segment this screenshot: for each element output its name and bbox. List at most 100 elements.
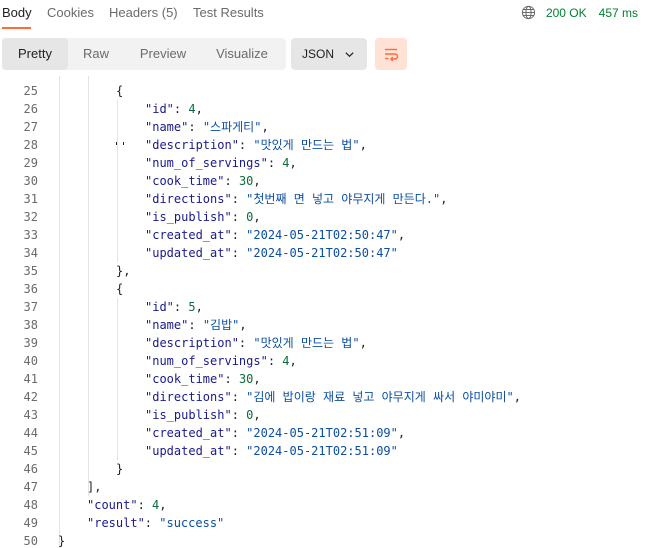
format-dropdown[interactable]: JSON [291,38,367,70]
json-string: "2024-05-21T02:50:47" [246,246,398,260]
code-text: }, [116,262,130,280]
response-time[interactable]: 457 ms [599,6,638,20]
json-key: "is_publish" [145,210,232,224]
json-key: "name" [145,120,189,134]
response-body-code[interactable]: 25 {26 "id": 4, 27 "name": "스파게티", 28 "descrip… [0,76,646,548]
json-punctuation: : [238,138,254,152]
line-number: 28 [23,138,38,152]
json-key: "is_publish" [145,408,232,422]
code-line: 25 { [0,82,646,100]
json-key: "count" [87,498,138,512]
json-string: "스파게티" [202,120,262,134]
json-punctuation: : [231,426,247,440]
json-key: "directions" [145,192,232,206]
tab-test-results[interactable]: Test Results [193,5,264,20]
line-number: 34 [23,246,38,260]
json-punctuation: : [231,444,247,458]
json-string: "success" [159,516,225,530]
code-line: 26 "id": 4, [0,100,646,118]
code-line: 36 { [0,280,646,298]
tab-body[interactable]: Body [2,5,32,20]
json-punctuation: : [231,390,247,404]
json-punctuation: : [144,516,160,530]
code-line: 47], [0,478,646,496]
json-key: "directions" [145,390,232,404]
json-punctuation: , [195,102,203,116]
json-punctuation: , [253,174,261,188]
code-text: "updated_at": "2024-05-21T02:50:47" [145,244,398,262]
line-number: 25 [23,84,38,98]
code-text: "is_publish": 0, [145,406,261,424]
status-code[interactable]: 200 OK [546,6,587,20]
view-raw-button[interactable]: Raw [68,38,124,70]
json-punctuation: : [231,246,247,260]
code-text: } [58,532,65,548]
json-key: "id" [145,300,174,314]
json-string: "맛있게 만드는 법" [253,336,360,350]
line-number: 47 [23,480,38,494]
json-punctuation: , [397,426,406,440]
code-text: { [116,280,123,298]
json-string: "김에 밥이랑 재료 넣고 야무지게 싸서 야미야미" [246,390,514,404]
json-key: "id" [145,102,174,116]
tab-headers[interactable]: Headers (5) [109,5,178,20]
line-number: 42 [23,390,38,404]
json-punctuation: , [261,120,269,134]
json-punctuation: , [239,318,247,332]
json-string: "첫번째 면 넣고 야무지게 만든다." [246,192,441,206]
code-line: 50} [0,532,646,548]
json-key: "name" [145,318,189,332]
code-text: "created_at": "2024-05-21T02:50:47", [145,226,405,244]
code-line: 46} [0,460,646,478]
code-text: ], [87,478,101,496]
json-string: "2024-05-21T02:50:47" [246,228,398,242]
code-text: "num_of_servings": 4, [145,352,297,370]
line-number: 50 [23,534,38,548]
tab-cookies[interactable]: Cookies [47,5,94,20]
view-pretty-button[interactable]: Pretty [2,38,68,70]
code-text: "directions": "김에 밥이랑 재료 넣고 야무지게 싸서 야미야미… [145,388,521,406]
code-line: 34 "updated_at": "2024-05-21T02:50:47" [0,244,646,262]
json-key: "result" [87,516,145,530]
json-number: 30 [238,372,254,386]
json-punctuation: , [195,300,203,314]
json-punctuation: : [137,498,153,512]
response-status: 200 OK 457 ms [521,5,638,20]
code-line: 45 "updated_at": "2024-05-21T02:51:09" [0,442,646,460]
json-string: "김밥" [202,318,240,332]
line-number: 41 [23,372,38,386]
line-number: 26 [23,102,38,116]
wrap-lines-button[interactable] [375,38,407,70]
code-line: 40 "num_of_servings": 4, [0,352,646,370]
code-line: 31 "directions": "첫번째 면 넣고 야무지게 만든다.", [0,190,646,208]
code-text: "created_at": "2024-05-21T02:51:09", [145,424,405,442]
code-line: 38 "name": "김밥", [0,316,646,334]
code-text: "cook_time": 30, [145,370,261,388]
line-number: 40 [23,354,38,368]
view-visualize-button[interactable]: Visualize [202,38,282,70]
json-key: "created_at" [145,228,232,242]
code-line: 39 "description": "맛있게 만드는 법", [0,334,646,352]
code-line: 29 "num_of_servings": 4, [0,154,646,172]
code-line: 42 "directions": "김에 밥이랑 재료 넣고 야무지게 싸서 야미… [0,388,646,406]
code-line: 44 "created_at": "2024-05-21T02:51:09", [0,424,646,442]
globe-icon[interactable] [521,5,536,20]
json-punctuation: , [513,390,521,404]
line-number: 27 [23,120,38,134]
json-punctuation: : [231,192,247,206]
view-preview-button[interactable]: Preview [126,38,200,70]
code-line: 49 "result": "success" [0,514,646,532]
code-text: "description": "맛있게 만드는 법", [145,334,367,352]
active-tab-indicator [2,27,31,29]
json-punctuation: } [116,462,124,476]
code-line: 35}, [0,262,646,280]
wrap-lines-icon [385,48,399,62]
json-key: "num_of_servings" [145,354,268,368]
code-text: { [116,82,123,100]
line-number: 45 [23,444,38,458]
line-number: 36 [23,282,38,296]
code-text: "updated_at": "2024-05-21T02:51:09" [145,442,398,460]
json-key: "created_at" [145,426,232,440]
json-number: 4 [282,156,290,170]
json-punctuation: , [253,210,261,224]
